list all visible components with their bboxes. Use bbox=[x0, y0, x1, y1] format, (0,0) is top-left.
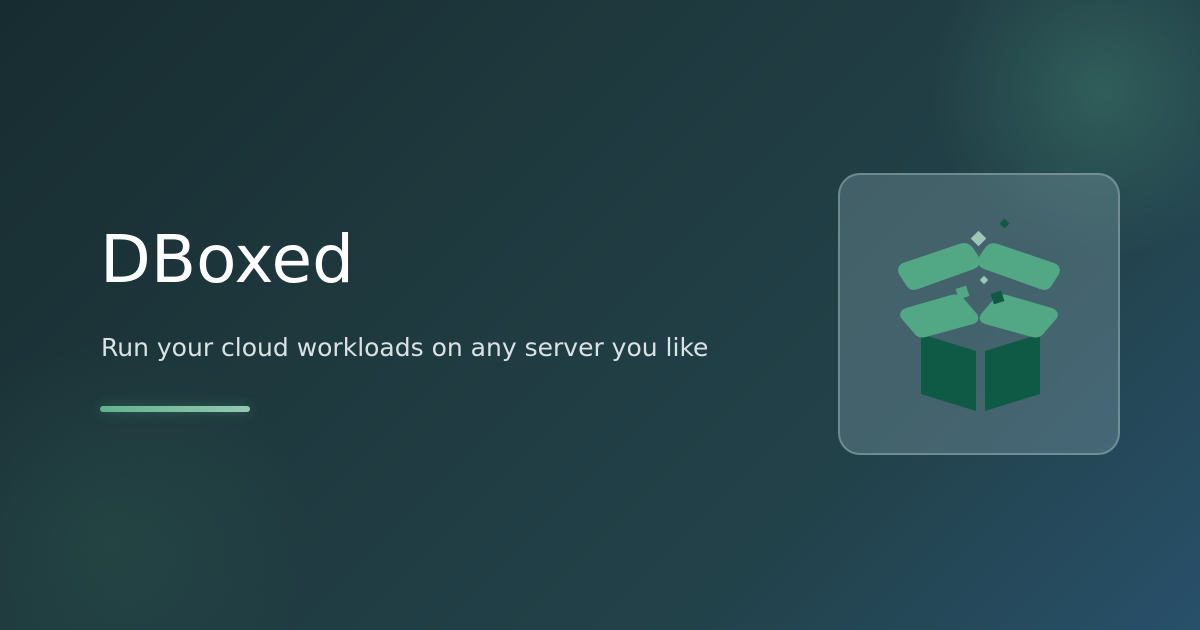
box-flap-lower-right bbox=[979, 294, 1058, 338]
box-body-right bbox=[985, 334, 1040, 411]
logo-tile bbox=[838, 173, 1120, 455]
social-card: DBoxed Run your cloud workloads on any s… bbox=[0, 0, 1200, 630]
box-flap-lower-left bbox=[900, 294, 979, 338]
box-body-left bbox=[921, 334, 976, 411]
particle-dark-top bbox=[999, 218, 1010, 229]
box-flap-upper-right bbox=[977, 243, 1060, 290]
page-subtitle: Run your cloud workloads on any server y… bbox=[101, 333, 709, 362]
particle-light bbox=[970, 230, 987, 247]
particle-small-light bbox=[979, 275, 989, 285]
page-title: DBoxed bbox=[100, 221, 354, 298]
open-box-icon bbox=[898, 218, 1060, 411]
box-flap-upper-left bbox=[898, 243, 981, 290]
accent-bar bbox=[100, 406, 250, 412]
